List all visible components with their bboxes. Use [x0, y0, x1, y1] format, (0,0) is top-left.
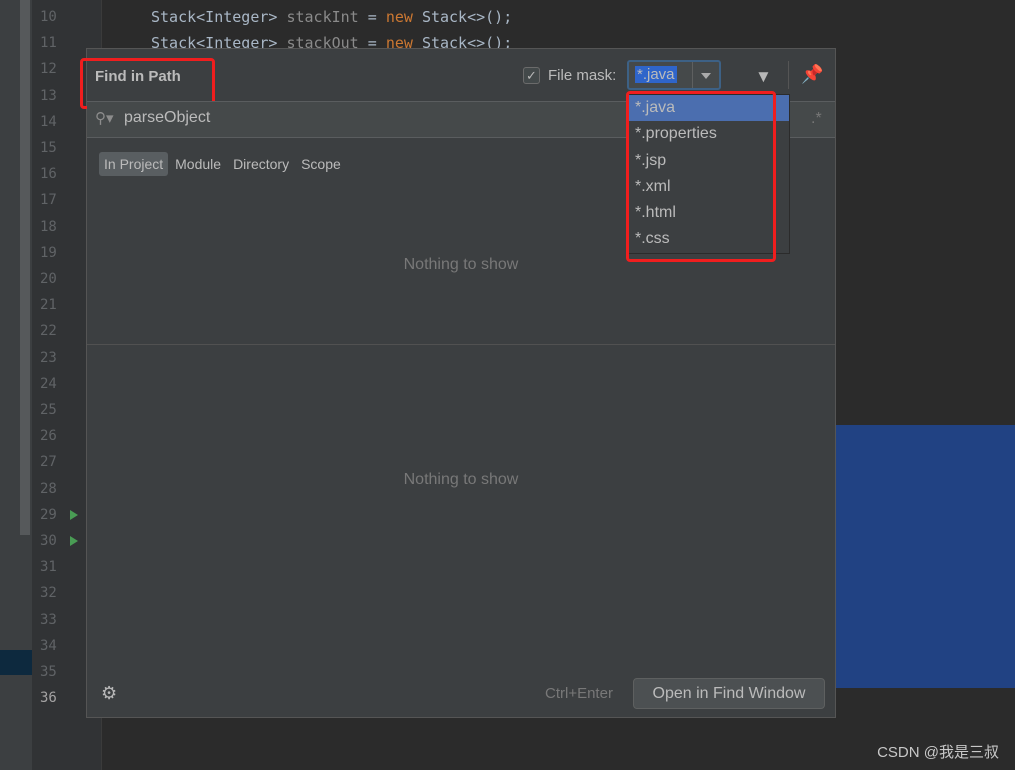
line-number: 10 — [40, 9, 57, 25]
annotation-box-dropdown — [626, 91, 776, 262]
line-number: 28 — [40, 480, 57, 497]
left-scrollbar[interactable] — [20, 0, 30, 535]
run-gutter-icon[interactable] — [70, 509, 78, 520]
code-line-10: Stack<Integer> stackInt = new Stack<>(); — [151, 8, 513, 26]
line-number: 23 — [40, 349, 57, 366]
pin-icon[interactable]: 📌 — [801, 64, 823, 85]
preview-empty-text: Nothing to show — [403, 471, 519, 488]
left-highlight — [0, 650, 32, 675]
line-number: 11 — [40, 35, 57, 52]
line-number: 35 — [40, 664, 57, 680]
shortcut-hint: Ctrl+Enter — [545, 685, 613, 702]
line-number: 22 — [40, 323, 57, 340]
line-number: 20 — [40, 271, 57, 287]
line-number: 30 — [40, 533, 57, 549]
line-number: 32 — [40, 585, 57, 602]
open-in-find-window-button[interactable]: Open in Find Window — [633, 678, 825, 709]
file-mask-label: File mask: — [548, 67, 617, 84]
line-number: 13 — [40, 87, 57, 104]
tab-module[interactable]: Module — [170, 152, 226, 176]
line-number: 26 — [40, 428, 57, 445]
tab-in-project[interactable]: In Project — [99, 152, 169, 176]
line-number: 25 — [40, 402, 57, 418]
line-number: 36 — [40, 690, 57, 707]
line-number: 33 — [40, 611, 57, 628]
watermark: CSDN @我是三叔 — [877, 744, 999, 761]
gear-icon[interactable]: ⚙ — [101, 683, 117, 704]
line-number: 34 — [40, 637, 57, 654]
combo-separator — [692, 62, 693, 88]
search-icon[interactable]: ⚲▾ — [95, 109, 114, 127]
line-number: 15 — [40, 140, 57, 156]
tab-scope[interactable]: Scope — [296, 152, 346, 176]
toolbar-divider — [788, 61, 789, 89]
line-number: 24 — [40, 375, 57, 392]
line-number: 21 — [40, 297, 57, 314]
line-number: 27 — [40, 454, 57, 471]
filter-icon[interactable]: ▼ — [755, 67, 772, 87]
file-mask-combo[interactable]: *.java — [627, 60, 721, 90]
line-number: 14 — [40, 113, 57, 130]
chevron-down-icon[interactable] — [701, 73, 711, 79]
editor-selection — [836, 425, 1015, 688]
line-number: 29 — [40, 506, 57, 523]
line-number: 31 — [40, 559, 57, 576]
line-number: 18 — [40, 218, 57, 235]
run-gutter-icon[interactable] — [70, 536, 78, 546]
line-number: 16 — [40, 166, 57, 183]
scope-tabs: In Project Module Directory Scope — [99, 152, 348, 176]
file-mask-value[interactable]: *.java — [635, 66, 677, 83]
line-number: 12 — [40, 61, 57, 78]
tab-directory[interactable]: Directory — [228, 152, 294, 176]
splitter[interactable] — [87, 344, 835, 345]
line-number: 19 — [40, 244, 57, 261]
file-mask-checkbox[interactable]: ✓ — [523, 67, 540, 84]
regex-icon[interactable]: .* — [811, 110, 822, 128]
search-input[interactable] — [124, 109, 524, 127]
line-number: 17 — [40, 192, 57, 209]
